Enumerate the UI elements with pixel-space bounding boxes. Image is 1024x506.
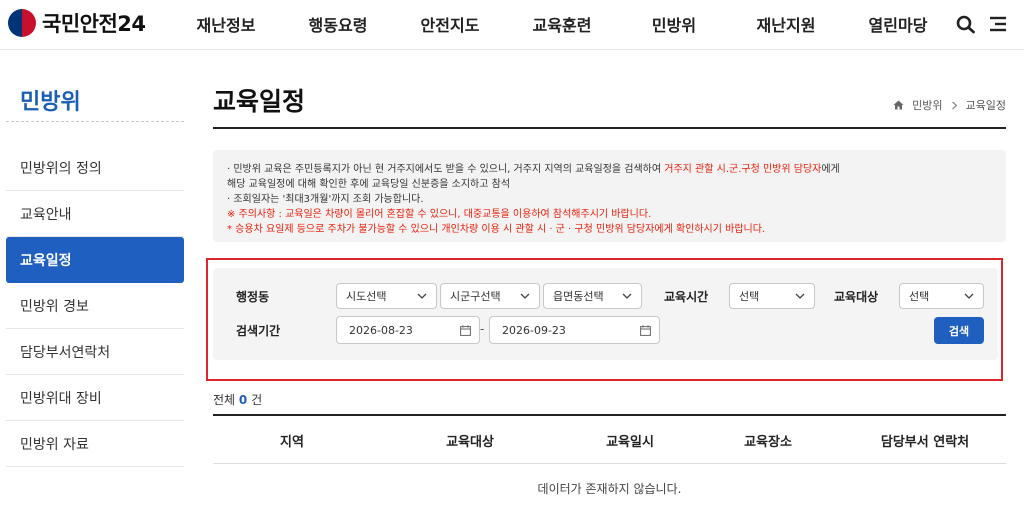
home-icon[interactable]	[893, 100, 904, 110]
logo-text: 국민안전24	[42, 12, 146, 36]
notice-caution: ※ 주의사항 : 교육일은 차량이 몰리어 혼잡할 수 있으니, 대중교통을 이…	[227, 209, 652, 220]
notice-line-2: 해당 교육일정에 대해 확인한 후에 교육당일 신분증을 소지하고 참석	[227, 179, 511, 190]
calendar-icon[interactable]	[460, 325, 471, 336]
education-target-label: 교육대상	[834, 290, 879, 304]
search-button[interactable]: 검색	[934, 317, 984, 344]
empty-message: 데이터가 존재하지 않습니다.	[537, 482, 682, 496]
sidebar-item-equipment[interactable]: 민방위대 장비	[6, 375, 184, 421]
sigungu-value: 시군구선택	[450, 290, 501, 303]
total-suffix: 건	[251, 393, 263, 407]
sidebar-menu: 민방위의 정의 교육안내 교육일정 민방위 경보 담당부서연락처 민방위대 장비…	[6, 145, 184, 467]
education-time-label: 교육시간	[664, 290, 709, 304]
chevron-down-icon	[622, 293, 632, 299]
date-to-input[interactable]: 2026-09-23	[489, 316, 660, 344]
sidebar-divider	[6, 121, 184, 122]
date-from-input[interactable]: 2026-08-23	[336, 316, 480, 344]
chevron-down-icon	[795, 293, 805, 299]
education-target-value: 선택	[909, 290, 930, 303]
nav-disaster-support[interactable]: 재난지원	[730, 12, 842, 36]
notice-text: · 민방위 교육은 주민등록지가 아닌 현 거주지에서도 받을 수 있으니, 거…	[227, 164, 665, 175]
sidebar-item-materials[interactable]: 민방위 자료	[6, 421, 184, 467]
column-contact: 담당부서 연락처	[880, 435, 970, 450]
title-divider	[213, 127, 1006, 129]
region-label: 행정동	[236, 290, 270, 304]
page-title: 교육일정	[213, 87, 306, 116]
nav-action-guide[interactable]: 행동요령	[282, 12, 394, 36]
nav-civil-defense[interactable]: 민방위	[618, 12, 730, 36]
sidebar-item-alarm[interactable]: 민방위 경보	[6, 283, 184, 329]
search-icon[interactable]	[955, 14, 977, 34]
education-time-value: 선택	[739, 290, 760, 303]
taegeuk-logo-icon	[8, 9, 36, 37]
sigungu-select[interactable]: 시군구선택	[440, 283, 540, 309]
result-table-header: 지역 교육대상 교육일시 교육장소 담당부서 연락처	[213, 416, 1006, 464]
nav-open-plaza[interactable]: 열린마당	[842, 12, 954, 36]
chevron-right-icon	[951, 101, 957, 109]
search-panel	[213, 268, 998, 360]
sidebar-item-education-schedule[interactable]: 교육일정	[6, 237, 184, 283]
eupmyeondong-value: 읍면동선택	[553, 290, 604, 303]
notice-line-3: · 조회일자는 '최대3개월'까지 조회 가능합니다.	[227, 194, 424, 205]
sidebar-item-education-guide[interactable]: 교육안내	[6, 191, 184, 237]
breadcrumb-current: 교육일정	[965, 99, 1006, 112]
nav-safety-map[interactable]: 안전지도	[394, 12, 506, 36]
notice-box: · 민방위 교육은 주민등록지가 아닌 현 거주지에서도 받을 수 있으니, 거…	[213, 150, 1006, 242]
breadcrumb-civil-defense[interactable]: 민방위	[912, 97, 942, 113]
sidebar-title: 민방위	[20, 90, 81, 115]
sidebar-item-department-contacts[interactable]: 담당부서연락처	[6, 329, 184, 375]
notice-text: 에게	[821, 164, 840, 175]
result-total: 전체 0 건	[213, 391, 262, 408]
site-logo[interactable]: 국민안전24	[8, 8, 146, 38]
hamburger-menu-icon[interactable]	[987, 14, 1009, 34]
sido-select[interactable]: 시도선택	[336, 283, 437, 309]
nav-disaster-info[interactable]: 재난정보	[170, 12, 282, 36]
total-count: 0	[238, 393, 248, 407]
calendar-icon[interactable]	[640, 325, 651, 336]
column-datetime: 교육일시	[606, 435, 654, 450]
education-target-select[interactable]: 선택	[899, 283, 984, 309]
chevron-down-icon	[417, 293, 427, 299]
sidebar-item-definition[interactable]: 민방위의 정의	[6, 145, 184, 191]
notice-parking: * 승용차 요일제 등으로 주차가 불가능할 수 있으니 개인차량 이용 시 관…	[227, 224, 766, 235]
total-prefix: 전체	[213, 393, 236, 407]
chevron-down-icon	[520, 293, 530, 299]
education-time-select[interactable]: 선택	[729, 283, 815, 309]
main-navigation: 재난정보 행동요령 안전지도 교육훈련 민방위 재난지원 열린마당	[170, 12, 954, 36]
breadcrumb: 민방위 교육일정	[893, 97, 1006, 113]
eupmyeondong-select[interactable]: 읍면동선택	[543, 283, 642, 309]
sido-value: 시도선택	[346, 290, 387, 303]
period-label: 검색기간	[236, 324, 281, 338]
notice-line-1: · 민방위 교육은 주민등록지가 아닌 현 거주지에서도 받을 수 있으니, 거…	[227, 162, 1006, 177]
column-target: 교육대상	[446, 435, 494, 450]
notice-highlight: 거주지 관할 시.군.구청 민방위 담당자	[664, 164, 822, 175]
date-range-separator: -	[480, 322, 485, 336]
column-location: 교육장소	[744, 435, 792, 450]
column-region: 지역	[280, 435, 304, 450]
nav-education-training[interactable]: 교육훈련	[506, 12, 618, 36]
date-to-value: 2026-09-23	[502, 323, 566, 337]
date-from-value: 2026-08-23	[349, 323, 413, 337]
site-header: 국민안전24 재난정보 행동요령 안전지도 교육훈련 민방위 재난지원 열린마당	[0, 0, 1024, 50]
chevron-down-icon	[964, 293, 974, 299]
